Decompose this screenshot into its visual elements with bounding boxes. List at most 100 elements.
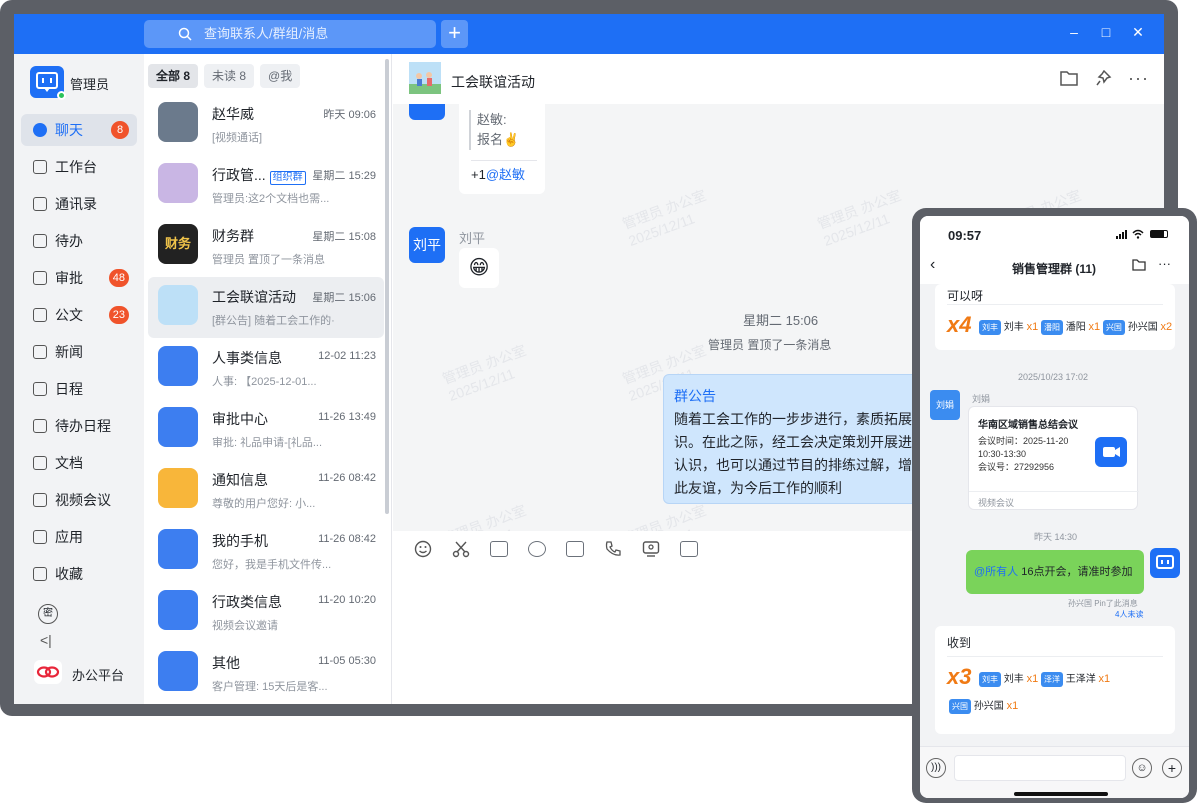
scissors-icon[interactable] [452,540,470,558]
phone-message-input[interactable] [954,755,1126,781]
conversation-name: 人事类信息 [212,348,282,368]
sidebar-item-9[interactable]: 文档 [21,447,137,479]
conversation-preview: 客户管理: 15天后是客... [212,681,328,693]
conversation-item[interactable]: 财务 财务群 星期二 15:08 管理员 置顶了一条消息 [148,216,384,277]
chip: 泽洋 [1040,671,1063,687]
search-input[interactable]: 查询联系人/群组/消息 [144,20,436,48]
minimize-icon[interactable]: – [1064,24,1084,40]
sender-avatar[interactable]: 刘平 [409,227,445,263]
folder-icon[interactable] [1060,70,1078,86]
conversation-name-text: 工会联谊活动 [212,289,296,305]
more-icon[interactable]: ··· [1128,68,1149,89]
sidebar-item-label: 新闻 [55,344,83,360]
conversation-avatar [158,590,198,630]
battery-icon [1150,230,1168,238]
chip-name: 潘阳 [1065,322,1086,333]
conversation-item[interactable]: 赵华威 昨天 09:06 [视频通话] [148,94,384,155]
unread-count[interactable]: 4人未读 [1115,609,1143,620]
sidebar-item-label: 通讯录 [55,196,97,212]
sidebar-item-6[interactable]: 新闻 [21,336,137,368]
phone-icon[interactable] [604,540,622,558]
online-status-icon [57,91,66,100]
collapse-icon[interactable]: <| [40,632,52,648]
conversation-name-text: 赵华威 [212,106,254,122]
reaction-list: 刘丰 刘丰 x1 潘阳 潘阳 x1 兴国 孙兴国 x2 [979,318,1172,335]
send-file-icon[interactable] [490,541,508,557]
sender-name: 刘娟 [972,394,991,404]
reaction-card[interactable]: 可以呀 x4 刘丰 刘丰 x1 潘阳 潘阳 x1 兴国 孙兴国 x2 [935,284,1175,350]
sidebar-item-12[interactable]: 收藏 [21,558,137,590]
conversation-item[interactable]: 人事类信息 12-02 11:23 人事: 【2025-12-01... [148,338,384,399]
unread-badge: 48 [108,269,129,287]
conversation-item[interactable]: 审批中心 11-26 13:49 审批: 礼品申请-[礼品... [148,399,384,460]
sidebar-item-3[interactable]: 待办 [21,225,137,257]
sidebar-item-2[interactable]: 通讯录 [21,188,137,220]
pin-icon[interactable] [1095,70,1113,86]
signal-icon [1116,230,1127,239]
sidebar-item-8[interactable]: 待办日程 [21,410,137,442]
sidebar-item-label: 收藏 [55,566,83,582]
reaction-card[interactable]: 收到 x3 刘丰 刘丰 x1 泽洋 王泽洋 x1 兴国 孙兴国 x1 [935,626,1175,734]
conversation-item[interactable]: 行政类信息 11-20 10:20 视频会议邀请 [148,582,384,643]
sidebar-item-label: 待办日程 [55,418,111,434]
reply-mention[interactable]: @赵敏 [486,167,525,182]
filter-tabs: 全部 8 未读 8 @我 [148,64,306,88]
secret-chat-icon[interactable]: 密 [38,604,58,624]
maximize-icon[interactable]: □ [1096,24,1116,40]
video-meeting-icon[interactable] [642,540,660,558]
avatar[interactable] [30,66,66,100]
filter-unread[interactable]: 未读 8 [204,64,255,88]
sidebar-item-4[interactable]: 审批 48 [21,262,137,294]
conversation-item[interactable]: 我的手机 11-26 08:42 您好，我是手机文件传... [148,521,384,582]
sender-avatar[interactable] [409,104,445,120]
org-group-tag: 组织群 [269,171,306,185]
sidebar-item-7[interactable]: 日程 [21,373,137,405]
meeting-time: 会议时间：2025-11-20 [978,436,1069,446]
my-message[interactable]: @所有人 16点开会，请准时参加 [966,550,1144,594]
nav-icon [33,197,47,211]
window-icon[interactable] [680,541,698,557]
add-button[interactable]: + [441,20,468,48]
group-avatar[interactable] [409,62,441,94]
platform-icon[interactable] [34,660,62,684]
voice-icon[interactable]: ))) [926,758,946,778]
folder-icon[interactable] [1132,259,1146,271]
plus-icon[interactable]: + [1162,758,1182,778]
reaction-count: x4 [947,312,972,337]
conversation-item[interactable]: 其他 11-05 05:30 客户管理: 15天后是客... [148,643,384,704]
conversation-preview: 视频会议邀请 [212,620,278,632]
emoji-icon[interactable]: ☺ [1132,758,1152,778]
filter-mentions[interactable]: @我 [260,64,301,88]
meeting-card[interactable]: 华南区域销售总结会议 会议时间：2025-11-20 10:30-13:30 会… [968,406,1139,510]
filter-all[interactable]: 全部 8 [148,64,199,88]
sidebar-item-10[interactable]: 视频会议 [21,484,137,516]
my-avatar[interactable] [1150,548,1180,578]
sender-avatar[interactable]: 刘娟 [930,390,960,420]
schedule-icon[interactable] [528,541,546,557]
platform-label[interactable]: 办公平台 [72,665,124,684]
conversation-scrollbar[interactable] [385,59,389,514]
conversation-item[interactable]: 工会联谊活动 星期二 15:06 [群公告] 随着工会工作的· [148,277,384,338]
chip-name: 刘丰 [1003,674,1024,685]
sender-avatar-label: 刘娟 [935,400,954,410]
unread-badge: 8 [111,121,129,139]
conversation-item[interactable]: 行政管... 组织群 星期二 15:29 管理员:这2个文档也需... [148,155,384,216]
close-icon[interactable]: ✕ [1128,24,1148,41]
conversation-name: 行政类信息 [212,592,282,612]
mention-all[interactable]: @所有人 [974,566,1018,578]
more-icon[interactable]: ··· [1158,256,1171,271]
reply-bubble[interactable]: 赵敏: 报名✌️ +1@赵敏 [459,104,545,194]
document-icon[interactable] [566,541,584,557]
sidebar-item-1[interactable]: 工作台 [21,151,137,183]
reaction-card-text: 可以呀 [947,289,984,303]
conversation-item[interactable]: 通知信息 11-26 08:42 尊敬的用户您好: 小... [148,460,384,521]
watermark-text: 管理员 办公室 [440,501,529,531]
nav-icon [33,567,47,581]
emoji-bubble[interactable]: 😁 [459,248,499,288]
sidebar-item-5[interactable]: 公文 23 [21,299,137,331]
emoji-icon[interactable] [414,540,432,558]
sidebar-item-0[interactable]: 聊天 8 [21,114,137,146]
chip-count: x1 [1026,321,1039,333]
sidebar-item-11[interactable]: 应用 [21,521,137,553]
back-icon[interactable]: ‹ [930,256,935,274]
